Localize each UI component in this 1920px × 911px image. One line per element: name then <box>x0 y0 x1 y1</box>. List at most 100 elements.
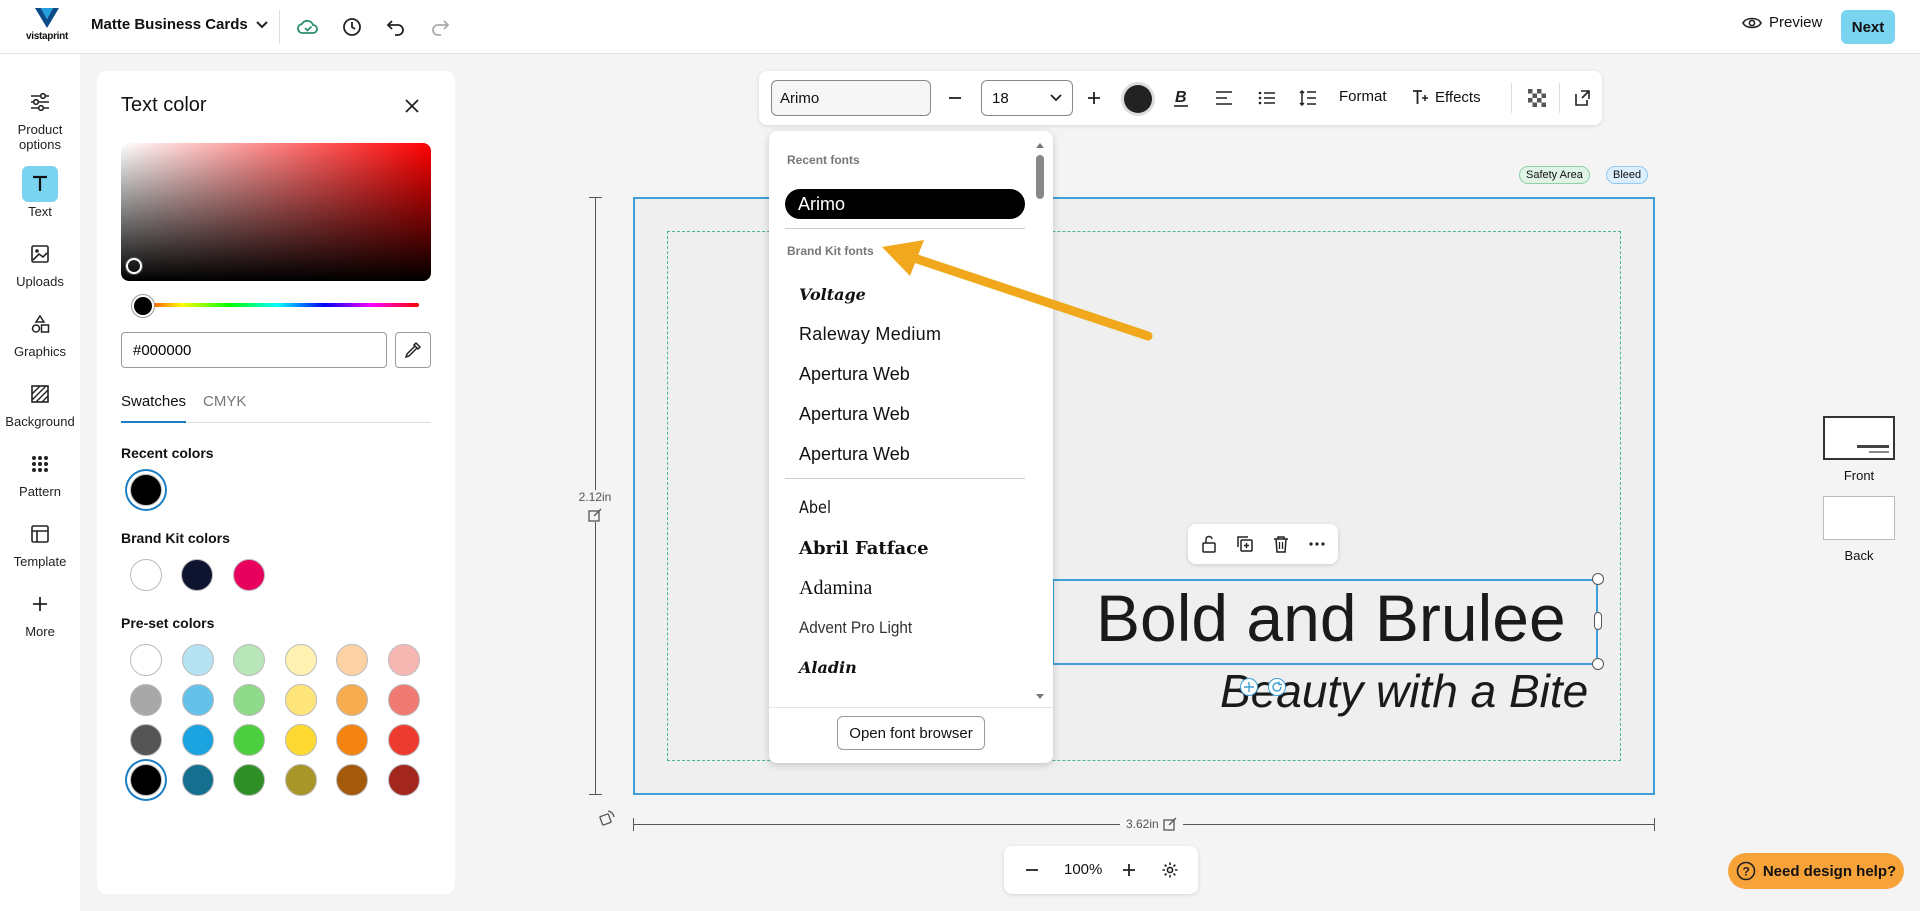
need-design-help-button[interactable]: ? Need design help? <box>1728 853 1904 889</box>
preset-swatch[interactable] <box>336 724 368 756</box>
font-option-abril-fatface[interactable]: Abril Fatface <box>799 538 929 559</box>
preset-swatch[interactable] <box>284 684 317 716</box>
cloud-saved-icon[interactable] <box>294 13 322 41</box>
align-button[interactable] <box>1210 84 1238 112</box>
resize-handle[interactable] <box>1594 612 1602 630</box>
brand-swatch-navy[interactable] <box>181 559 213 591</box>
preset-swatch[interactable] <box>130 644 162 676</box>
font-option-adamina[interactable]: Adamina <box>799 577 872 600</box>
preset-swatch[interactable] <box>181 644 214 676</box>
preset-swatch[interactable] <box>130 724 162 756</box>
hue-handle[interactable] <box>132 295 154 317</box>
resize-handle[interactable] <box>1592 573 1604 585</box>
tab-cmyk[interactable]: CMYK <box>203 393 246 423</box>
hue-slider[interactable] <box>135 303 419 307</box>
zoom-in-button[interactable] <box>1115 856 1143 884</box>
unlock-button[interactable] <box>1196 531 1222 557</box>
arrange-button[interactable] <box>1568 84 1596 112</box>
hex-color-input[interactable] <box>121 332 387 368</box>
font-option-apertura-web[interactable]: Apertura Web <box>799 404 910 425</box>
font-size-select[interactable]: 18 <box>981 80 1073 116</box>
open-font-browser-button[interactable]: Open font browser <box>837 716 985 750</box>
saturation-picker[interactable] <box>121 143 431 281</box>
preset-swatch[interactable] <box>336 764 368 796</box>
scrollbar-thumb[interactable] <box>1036 155 1044 199</box>
preset-swatch[interactable] <box>336 644 368 676</box>
rail-item-product-options[interactable]: Product options <box>0 84 80 152</box>
zoom-level[interactable]: 100% <box>1064 861 1102 878</box>
preset-swatch[interactable] <box>387 764 420 796</box>
duplicate-button[interactable] <box>1232 531 1258 557</box>
headline-text[interactable]: Bold and Brulee <box>1096 580 1566 656</box>
undo-icon[interactable] <box>382 13 410 41</box>
redo-icon[interactable] <box>426 13 454 41</box>
preset-swatch[interactable] <box>233 644 265 676</box>
rotate-handle[interactable] <box>1268 678 1286 696</box>
zoom-out-button[interactable] <box>1018 856 1046 884</box>
preset-swatch[interactable] <box>130 764 162 796</box>
move-handle[interactable] <box>1240 678 1258 696</box>
eyedropper-button[interactable] <box>395 332 431 368</box>
preset-swatch[interactable] <box>284 764 317 796</box>
recent-swatch-black[interactable] <box>130 474 162 506</box>
vistaprint-logo[interactable]: vistaprint <box>22 7 72 47</box>
preset-swatch[interactable] <box>284 644 317 676</box>
font-family-input[interactable]: Arimo <box>771 80 931 116</box>
preview-button[interactable]: Preview <box>1742 14 1822 31</box>
font-option-apertura-web[interactable]: Apertura Web <box>799 444 910 465</box>
font-list-scrollbar[interactable] <box>1035 141 1045 701</box>
height-dimension[interactable]: 2.12in <box>578 490 612 522</box>
line-spacing-button[interactable] <box>1294 84 1322 112</box>
preset-swatch[interactable] <box>387 724 420 756</box>
font-option-apertura-web[interactable]: Apertura Web <box>799 364 910 385</box>
next-button[interactable]: Next <box>1841 10 1895 44</box>
rail-item-more[interactable]: More <box>0 586 80 639</box>
preset-swatch[interactable] <box>387 644 420 676</box>
preset-swatch[interactable] <box>130 684 162 716</box>
preset-swatch[interactable] <box>233 724 265 756</box>
font-option-advent-pro-light[interactable]: Advent Pro Light <box>799 618 912 638</box>
format-button[interactable]: Format <box>1339 88 1387 105</box>
transparency-button[interactable] <box>1523 84 1551 112</box>
brand-swatch-magenta[interactable] <box>233 559 265 591</box>
zoom-settings-button[interactable] <box>1156 856 1184 884</box>
preset-swatch[interactable] <box>336 684 368 716</box>
rail-item-pattern[interactable]: Pattern <box>0 446 80 499</box>
bleed-badge[interactable]: Bleed <box>1606 166 1649 184</box>
preset-swatch[interactable] <box>233 764 265 796</box>
rail-item-text[interactable]: Text <box>0 166 80 219</box>
text-color-button[interactable] <box>1124 85 1152 113</box>
rail-item-graphics[interactable]: Graphics <box>0 306 80 359</box>
saturation-handle[interactable] <box>126 258 142 274</box>
preset-swatch[interactable] <box>181 764 214 796</box>
bold-button[interactable]: B <box>1167 84 1195 112</box>
delete-button[interactable] <box>1268 531 1294 557</box>
document-title-menu[interactable]: Matte Business Cards <box>91 16 268 33</box>
resize-handle[interactable] <box>1592 658 1604 670</box>
rail-item-background[interactable]: Background <box>0 376 80 429</box>
preset-swatch[interactable] <box>387 684 420 716</box>
preset-swatch[interactable] <box>233 684 265 716</box>
brand-swatch-white[interactable] <box>130 559 162 591</box>
close-panel-button[interactable] <box>399 93 425 119</box>
font-option-arimo[interactable]: Arimo <box>785 189 1025 219</box>
rail-item-template[interactable]: Template <box>0 516 80 569</box>
font-option-abel[interactable]: Abel <box>799 498 831 518</box>
page-thumbnail-front[interactable] <box>1823 416 1895 460</box>
font-option-voltage[interactable]: Voltage <box>799 285 866 304</box>
preset-swatch[interactable] <box>181 684 214 716</box>
history-icon[interactable] <box>338 13 366 41</box>
decrease-size-button[interactable] <box>941 84 969 112</box>
tab-swatches[interactable]: Swatches <box>121 393 187 423</box>
effects-button[interactable]: Effects <box>1411 88 1481 106</box>
font-option-aladin[interactable]: Aladin <box>799 658 857 677</box>
increase-size-button[interactable] <box>1080 84 1108 112</box>
list-button[interactable] <box>1253 84 1281 112</box>
preset-swatch[interactable] <box>284 724 317 756</box>
rail-item-uploads[interactable]: Uploads <box>0 236 80 289</box>
more-options-button[interactable] <box>1304 531 1330 557</box>
rotate-canvas-button[interactable] <box>598 809 616 832</box>
preset-swatch[interactable] <box>181 724 214 756</box>
page-thumbnail-back[interactable] <box>1823 496 1895 540</box>
safety-area-badge[interactable]: Safety Area <box>1519 166 1590 184</box>
